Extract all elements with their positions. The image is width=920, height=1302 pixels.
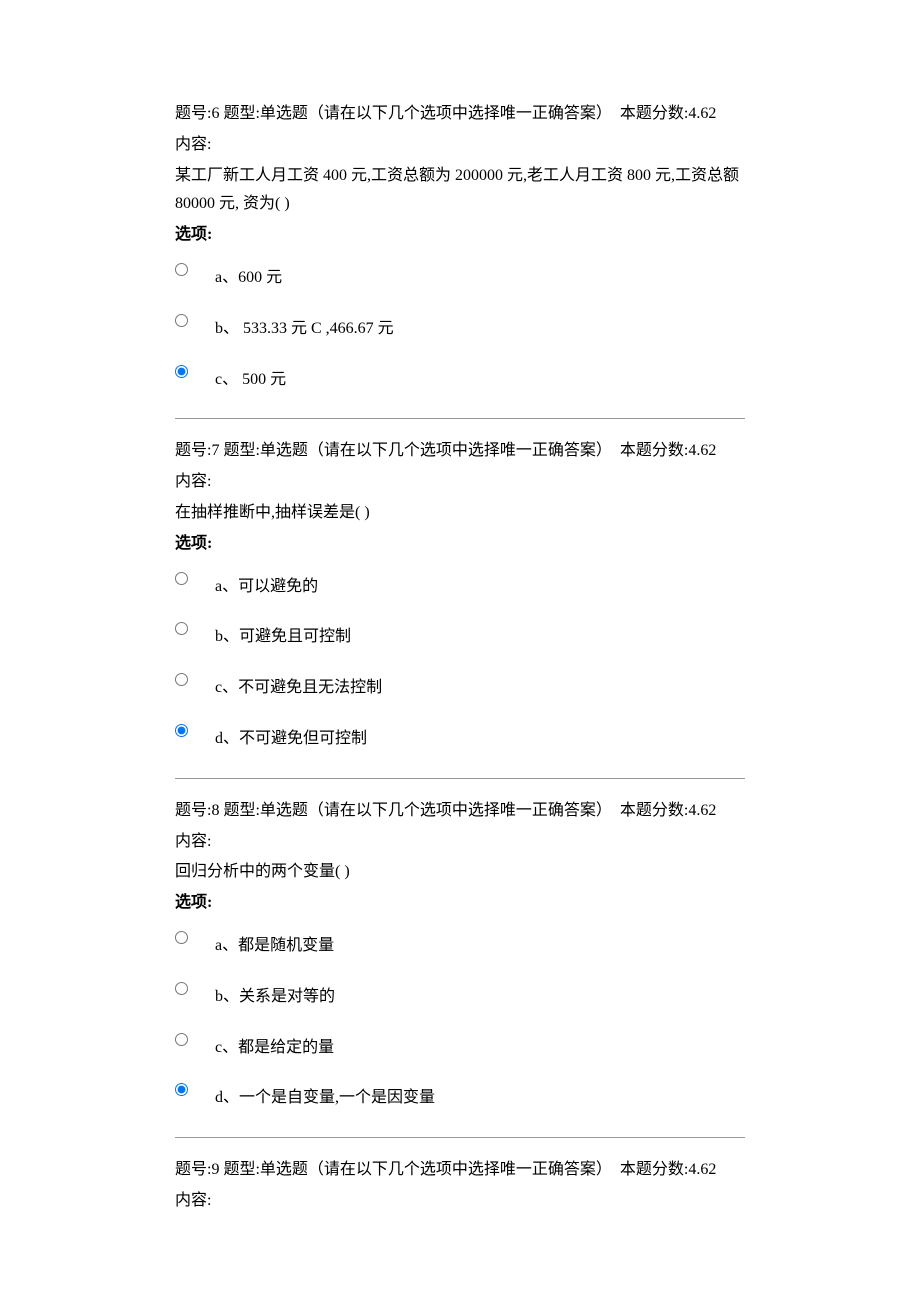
option-radio[interactable]	[175, 622, 188, 635]
option-radio[interactable]	[175, 314, 188, 327]
question-header: 题号:8 题型:单选题（请在以下几个选项中选择唯一正确答案） 本题分数:4.62	[175, 797, 745, 826]
question-score: 本题分数:4.62	[620, 1161, 716, 1178]
content-label: 内容:	[175, 1187, 745, 1216]
divider	[175, 1137, 745, 1138]
question-number-prefix: 题号:	[175, 1161, 211, 1178]
question-number-prefix: 题号:	[175, 105, 211, 122]
option-text: d、不可避免但可控制	[211, 717, 367, 754]
option-radio[interactable]	[175, 572, 188, 585]
option-radio[interactable]	[175, 365, 188, 378]
option-text: a、600 元	[211, 256, 282, 293]
option-row: d、一个是自变量,一个是因变量	[175, 1076, 745, 1113]
question-score: 本题分数:4.62	[620, 802, 716, 819]
option-row: c、 500 元	[175, 358, 745, 395]
question-number: 7	[211, 442, 219, 459]
option-text: c、都是给定的量	[211, 1026, 334, 1063]
option-row: a、可以避免的	[175, 565, 745, 602]
question-score: 本题分数:4.62	[620, 442, 716, 459]
option-radio[interactable]	[175, 931, 188, 944]
content-label: 内容:	[175, 828, 745, 857]
question-number: 8	[211, 802, 219, 819]
option-text: c、不可避免且无法控制	[211, 666, 382, 703]
option-text: c、 500 元	[211, 358, 286, 395]
question-header: 题号:9 题型:单选题（请在以下几个选项中选择唯一正确答案） 本题分数:4.62	[175, 1156, 745, 1185]
question-9: 题号:9 题型:单选题（请在以下几个选项中选择唯一正确答案） 本题分数:4.62…	[175, 1156, 745, 1216]
question-6: 题号:6 题型:单选题（请在以下几个选项中选择唯一正确答案） 本题分数:4.62…	[175, 100, 745, 394]
divider	[175, 778, 745, 779]
question-content: 某工厂新工人月工资 400 元,工资总额为 200000 元,老工人月工资 80…	[175, 162, 745, 220]
divider	[175, 418, 745, 419]
content-label: 内容:	[175, 131, 745, 160]
option-radio[interactable]	[175, 1033, 188, 1046]
options-label: 选项:	[175, 530, 745, 559]
option-radio[interactable]	[175, 724, 188, 737]
question-number-prefix: 题号:	[175, 802, 211, 819]
question-type: 题型:单选题（请在以下几个选项中选择唯一正确答案）	[223, 442, 611, 459]
option-row: a、都是随机变量	[175, 924, 745, 961]
option-text: b、 533.33 元 C ,466.67 元	[211, 307, 394, 344]
option-row: c、都是给定的量	[175, 1026, 745, 1063]
option-radio[interactable]	[175, 982, 188, 995]
option-radio[interactable]	[175, 1083, 188, 1096]
question-content: 在抽样推断中,抽样误差是( )	[175, 499, 745, 528]
question-8: 题号:8 题型:单选题（请在以下几个选项中选择唯一正确答案） 本题分数:4.62…	[175, 797, 745, 1113]
question-type: 题型:单选题（请在以下几个选项中选择唯一正确答案）	[223, 105, 611, 122]
option-row: c、不可避免且无法控制	[175, 666, 745, 703]
option-row: b、可避免且可控制	[175, 615, 745, 652]
question-number-prefix: 题号:	[175, 442, 211, 459]
question-number: 9	[211, 1161, 219, 1178]
option-row: a、600 元	[175, 256, 745, 293]
question-content: 回归分析中的两个变量( )	[175, 858, 745, 887]
content-label: 内容:	[175, 468, 745, 497]
question-score: 本题分数:4.62	[620, 105, 716, 122]
question-type: 题型:单选题（请在以下几个选项中选择唯一正确答案）	[223, 802, 611, 819]
option-text: b、关系是对等的	[211, 975, 335, 1012]
option-text: a、可以避免的	[211, 565, 318, 602]
question-header: 题号:6 题型:单选题（请在以下几个选项中选择唯一正确答案） 本题分数:4.62	[175, 100, 745, 129]
option-row: d、不可避免但可控制	[175, 717, 745, 754]
question-number: 6	[211, 105, 219, 122]
question-header: 题号:7 题型:单选题（请在以下几个选项中选择唯一正确答案） 本题分数:4.62	[175, 437, 745, 466]
option-text: b、可避免且可控制	[211, 615, 351, 652]
option-row: b、关系是对等的	[175, 975, 745, 1012]
option-text: a、都是随机变量	[211, 924, 334, 961]
options-label: 选项:	[175, 221, 745, 250]
option-radio[interactable]	[175, 263, 188, 276]
question-type: 题型:单选题（请在以下几个选项中选择唯一正确答案）	[223, 1161, 611, 1178]
option-text: d、一个是自变量,一个是因变量	[211, 1076, 435, 1113]
question-7: 题号:7 题型:单选题（请在以下几个选项中选择唯一正确答案） 本题分数:4.62…	[175, 437, 745, 753]
option-radio[interactable]	[175, 673, 188, 686]
option-row: b、 533.33 元 C ,466.67 元	[175, 307, 745, 344]
options-label: 选项:	[175, 889, 745, 918]
